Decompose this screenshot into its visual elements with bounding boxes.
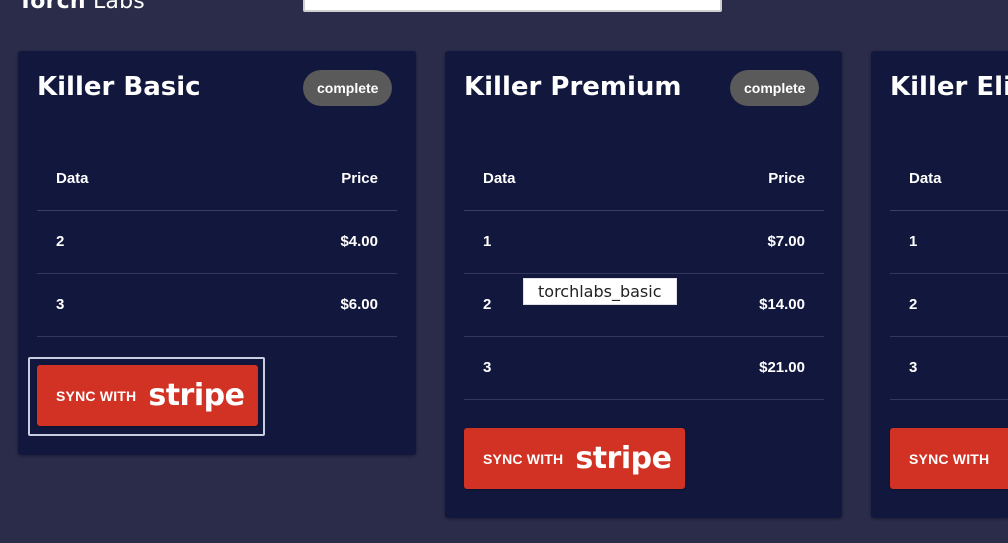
table-row: 3 $21.00 xyxy=(464,337,824,400)
brand-light: Labs xyxy=(85,0,145,14)
price-cell: $6.00 xyxy=(340,296,378,313)
price-cell: $14.00 xyxy=(759,296,805,313)
table-row: 3 $6.00 xyxy=(37,274,397,337)
product-sync-page: Torch Labs Killer Basic complete Data Pr… xyxy=(0,0,1008,543)
product-card-killer-elite: Killer Elite Data 1 2 3 SYNC WITH xyxy=(871,51,1008,518)
data-cell: 2 xyxy=(56,233,65,250)
price-table: Data 1 2 3 xyxy=(890,148,1008,400)
column-header-data: Data xyxy=(56,170,89,187)
table-header: Data Price xyxy=(37,148,397,211)
sync-with-stripe-button[interactable]: SYNC WITH xyxy=(890,428,1008,489)
data-cell: 1 xyxy=(483,233,492,250)
table-row: 2 $4.00 xyxy=(37,211,397,274)
tooltip: torchlabs_basic xyxy=(523,278,677,305)
sync-label: SYNC WITH xyxy=(483,450,564,467)
focus-ring xyxy=(28,357,265,436)
column-header-data: Data xyxy=(483,170,516,187)
table-row: 1 xyxy=(890,211,1008,274)
data-cell: 3 xyxy=(909,359,918,376)
status-badge: complete xyxy=(303,70,393,106)
table-row: 1 $7.00 xyxy=(464,211,824,274)
data-cell: 2 xyxy=(909,296,918,313)
table-header: Data xyxy=(890,148,1008,211)
sync-with-stripe-button[interactable]: SYNC WITH stripe xyxy=(464,428,685,489)
table-header: Data Price xyxy=(464,148,824,211)
table-row: 2 xyxy=(890,274,1008,337)
status-badge: complete xyxy=(730,70,820,106)
data-cell: 3 xyxy=(483,359,492,376)
brand-logo: Torch Labs xyxy=(18,0,145,14)
column-header-price: Price xyxy=(768,170,805,187)
product-title: Killer Premium xyxy=(464,72,682,102)
search-input[interactable] xyxy=(303,0,722,12)
price-cell: $7.00 xyxy=(767,233,805,250)
product-title: Killer Basic xyxy=(37,72,201,102)
product-title: Killer Elite xyxy=(890,72,1008,102)
data-cell: 3 xyxy=(56,296,65,313)
price-cell: $21.00 xyxy=(759,359,805,376)
table-row: 3 xyxy=(890,337,1008,400)
price-table: Data Price 2 $4.00 3 $6.00 xyxy=(37,148,397,337)
column-header-data: Data xyxy=(909,170,942,187)
stripe-logo: stripe xyxy=(575,441,672,476)
column-header-price: Price xyxy=(341,170,378,187)
data-cell: 1 xyxy=(909,233,918,250)
data-cell: 2 xyxy=(483,296,492,313)
brand-bold: Torch xyxy=(18,0,86,14)
sync-label: SYNC WITH xyxy=(909,450,990,467)
price-table: Data Price 1 $7.00 2 $14.00 3 $21.00 xyxy=(464,148,824,400)
price-cell: $4.00 xyxy=(340,233,378,250)
